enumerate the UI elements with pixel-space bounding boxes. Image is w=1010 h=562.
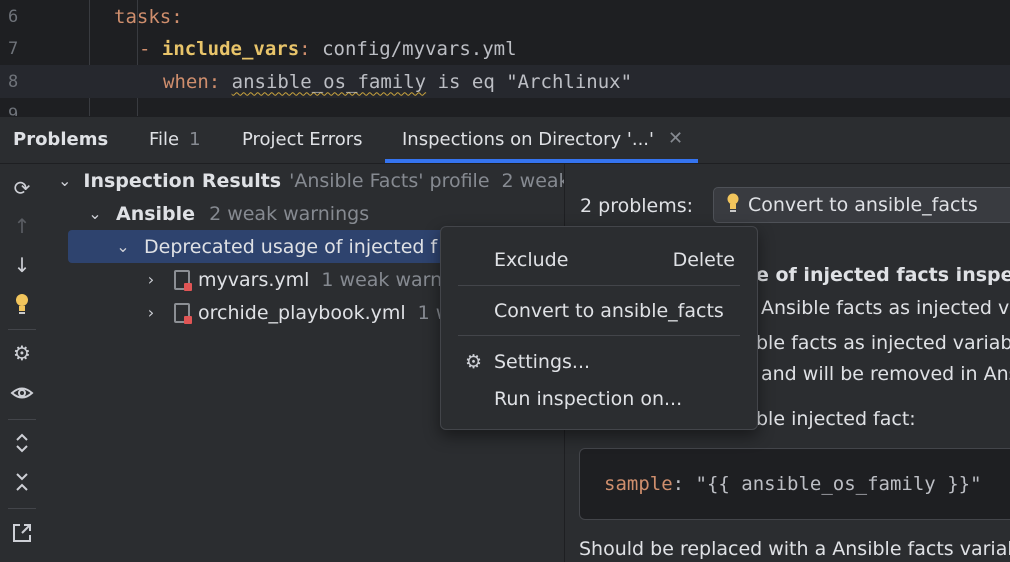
quick-fix-button[interactable]: Convert to ansible_facts: [713, 187, 1010, 223]
chevron-down-icon[interactable]: ⌄: [114, 237, 132, 256]
context-menu: Exclude Delete Convert to ansible_facts …: [440, 226, 758, 430]
code-token: when: [163, 70, 209, 93]
code-token: is eq "Archlinux": [426, 70, 633, 93]
arrow-down-icon[interactable]: ↓: [8, 251, 36, 279]
menu-item-run-inspection[interactable]: Run inspection on...: [441, 382, 757, 416]
code-line-current[interactable]: 8 when: ansible_os_family is eq "Archlin…: [0, 65, 1010, 98]
chevron-right-icon[interactable]: ›: [142, 270, 160, 289]
menu-item-delete[interactable]: Delete: [673, 249, 735, 271]
chevron-down-icon[interactable]: ⌄: [58, 171, 71, 190]
eye-icon[interactable]: [8, 379, 36, 407]
toolbar-separator: [8, 419, 36, 420]
gear-icon: ⚙: [465, 351, 483, 373]
toolbar-separator: [8, 329, 36, 330]
description-text: ble injected fact:: [756, 408, 916, 430]
refresh-icon[interactable]: ⟳: [8, 174, 36, 202]
problems-count: 2 problems:: [580, 195, 694, 217]
menu-item-convert[interactable]: Convert to ansible_facts: [441, 294, 757, 328]
description-text: ble facts as injected variable: [756, 332, 1010, 354]
code-line[interactable]: 9: [0, 98, 1010, 117]
description-title: e of injected facts inspec: [756, 264, 1010, 286]
description-text: Should be replaced with a Ansible facts …: [579, 538, 1010, 560]
bulb-icon[interactable]: [8, 290, 36, 318]
menu-separator: [458, 285, 740, 286]
left-toolbar: ⟳ ↑ ↓ ⚙: [0, 164, 44, 562]
description-text: and will be removed in Ans: [761, 363, 1010, 385]
tab-file[interactable]: File 1: [149, 129, 201, 150]
warning-highlight[interactable]: ansible_os_family: [232, 71, 426, 93]
code-line[interactable]: 7 - include_vars: config/myvars.yml: [0, 32, 1010, 65]
bulb-icon: [726, 193, 740, 218]
code-editor[interactable]: 6 tasks: 7 - include_vars: config/myvars…: [0, 0, 1010, 116]
line-number: 9: [8, 104, 19, 117]
code-token: include_vars: [161, 37, 300, 60]
tool-window-title: Problems: [13, 129, 109, 150]
tool-window-header: Problems File 1 Project Errors Inspection…: [0, 116, 1010, 164]
code-token: config/myvars.yml: [310, 37, 517, 60]
expand-all-icon[interactable]: [8, 429, 36, 457]
code-sample: sample: "{{ ansible_os_family }}": [579, 448, 1010, 520]
menu-item-exclude[interactable]: Exclude Delete: [441, 243, 757, 277]
close-tab-icon[interactable]: ✕: [668, 128, 683, 149]
toolbar-separator: [8, 508, 36, 509]
line-number: 6: [8, 6, 19, 27]
arrow-up-icon[interactable]: ↑: [8, 212, 36, 240]
menu-separator: [458, 335, 740, 336]
active-tab-indicator: [385, 159, 698, 163]
export-icon[interactable]: [8, 519, 36, 547]
description-text: Ansible facts as injected va: [761, 297, 1010, 319]
line-number: 8: [8, 71, 19, 92]
code-line[interactable]: 6 tasks:: [0, 0, 1010, 33]
tab-project-errors[interactable]: Project Errors: [242, 129, 363, 150]
chevron-down-icon[interactable]: ⌄: [86, 204, 104, 223]
collapse-all-icon[interactable]: [8, 468, 36, 496]
tree-node-root[interactable]: ⌄ Inspection Results 'Ansible Facts' pro…: [44, 164, 564, 197]
yaml-file-icon: [174, 302, 192, 324]
line-number: 7: [8, 38, 19, 59]
tab-count: 1: [189, 129, 201, 150]
code-token: tasks:: [114, 5, 183, 28]
tab-inspections[interactable]: Inspections on Directory '...': [402, 129, 654, 150]
gear-icon[interactable]: ⚙: [8, 339, 36, 367]
menu-item-settings[interactable]: ⚙ Settings...: [441, 345, 757, 379]
yaml-file-icon: [174, 269, 192, 291]
code-token: -: [139, 37, 162, 60]
chevron-right-icon[interactable]: ›: [142, 303, 160, 322]
